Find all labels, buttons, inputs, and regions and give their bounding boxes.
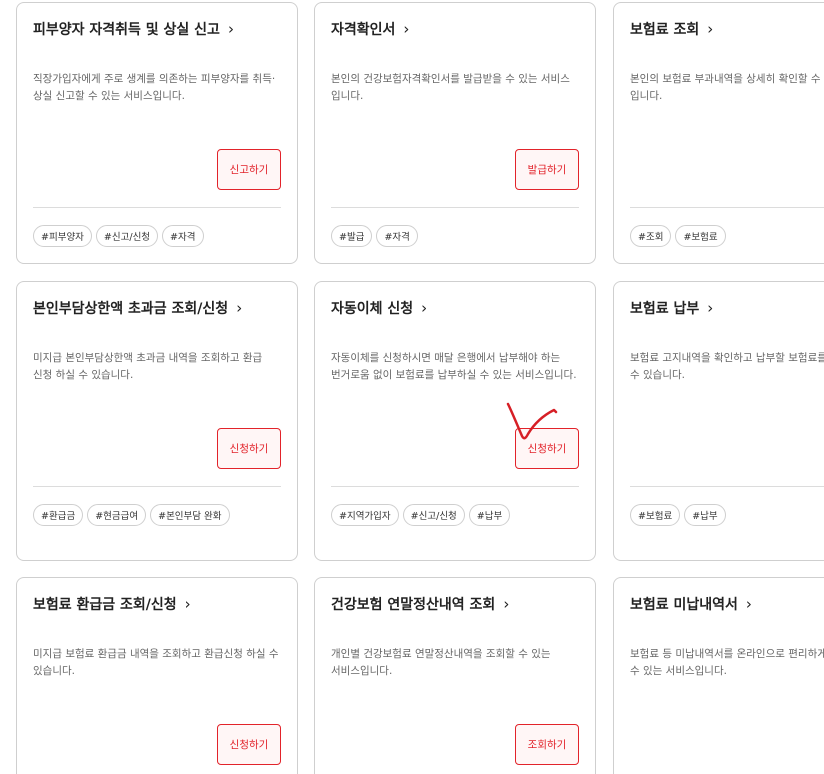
- tag-chip[interactable]: #신고/신청: [402, 504, 465, 526]
- card-tags: #피부양자 #신고/신청 #자격: [33, 225, 204, 247]
- card-action-button[interactable]: 조회하기: [515, 724, 579, 765]
- card-title-text: 보험료 미납내역서: [630, 597, 738, 613]
- card-title-text: 건강보험 연말정산내역 조회: [331, 597, 496, 613]
- tag-chip[interactable]: #환급금: [33, 504, 84, 526]
- card-description: 직장가입자에게 주로 생계를 의존하는 피부양자를 취득·상실 신고할 수 있는…: [33, 73, 276, 102]
- card-tags: #발급 #자격: [331, 225, 418, 247]
- chevron-right-icon: ›: [227, 20, 234, 38]
- tag-chip[interactable]: #본인부담 완화: [150, 504, 230, 526]
- card-tags: #환급금 #현금급여 #본인부담 완화: [33, 504, 230, 526]
- tag-chip[interactable]: #납부: [468, 504, 511, 526]
- card-action-button[interactable]: 신청하기: [217, 724, 281, 765]
- card-title[interactable]: 보험료 미납내역서 ›: [630, 594, 752, 614]
- tag-chip[interactable]: #보험료: [630, 504, 681, 526]
- card-title[interactable]: 자동이체 신청 ›: [331, 298, 427, 318]
- tag-chip[interactable]: #자격: [162, 225, 204, 247]
- card-title-text: 보험료 납부: [630, 301, 700, 317]
- card-tags: #조회 #보험료: [630, 225, 726, 247]
- service-card-premium-payment[interactable]: 보험료 납부 › 보험료 고지내역을 확인하고 납부할 보험료를 납부하실 수 있습…: [613, 281, 824, 561]
- card-description: 보험료 고지내역을 확인하고 납부할 보험료를 납부하실 수 있습니다.: [630, 352, 824, 381]
- card-description: 본인의 건강보험자격확인서를 발급받을 수 있는 서비스 입니다.: [331, 73, 570, 102]
- chevron-right-icon: ›: [184, 595, 191, 613]
- card-divider: [630, 207, 824, 208]
- tag-chip[interactable]: #지역가입자: [331, 504, 399, 526]
- card-tags: #보험료 #납부: [630, 504, 726, 526]
- tag-chip[interactable]: #납부: [684, 504, 726, 526]
- chevron-right-icon: ›: [707, 299, 714, 317]
- card-action-button[interactable]: 발급하기: [515, 149, 579, 190]
- service-card-unpaid-statement[interactable]: 보험료 미납내역서 › 보험료 등 미납내역서를 온라인으로 편리하게 발급받을 수…: [613, 577, 824, 774]
- card-title-text: 피부양자 자격취득 및 상실 신고: [33, 22, 220, 38]
- card-title-text: 본인부담상한액 초과금 조회/신청: [33, 301, 229, 317]
- chevron-right-icon: ›: [503, 595, 510, 613]
- card-title-text: 자동이체 신청: [331, 301, 414, 317]
- card-action-button[interactable]: 신청하기: [217, 428, 281, 469]
- tag-chip[interactable]: #자격: [376, 225, 418, 247]
- tag-chip[interactable]: #피부양자: [33, 225, 92, 247]
- card-tags: #지역가입자 #신고/신청 #납부: [331, 504, 511, 526]
- card-description: 자동이체를 신청하시면 매달 은행에서 납부해야 하는 번거로움 없이 보험료를…: [331, 352, 577, 381]
- card-description: 미지급 본인부담상한액 초과금 내역을 조회하고 환급 신청 하실 수 있습니다…: [33, 352, 263, 381]
- card-divider: [331, 486, 579, 487]
- service-card-year-end-settlement[interactable]: 건강보험 연말정산내역 조회 › 개인별 건강보험료 연말정산내역을 조회할 수 있…: [314, 577, 596, 774]
- tag-chip[interactable]: #현금급여: [87, 504, 147, 526]
- card-title[interactable]: 자격확인서 ›: [331, 19, 409, 39]
- card-title[interactable]: 보험료 환급금 조회/신청 ›: [33, 594, 191, 614]
- service-card-premium-refund[interactable]: 보험료 환급금 조회/신청 › 미지급 보험료 환급금 내역을 조회하고 환급신청 …: [16, 577, 298, 774]
- service-card-dependent-registration[interactable]: 피부양자 자격취득 및 상실 신고 › 직장가입자에게 주로 생계를 의존하는 피부…: [16, 2, 298, 264]
- chevron-right-icon: ›: [236, 299, 243, 317]
- card-title[interactable]: 피부양자 자격취득 및 상실 신고 ›: [33, 19, 234, 39]
- service-card-premium-inquiry[interactable]: 보험료 조회 › 본인의 보험료 부과내역을 상세히 확인할 수 있는 서비스 입니…: [613, 2, 824, 264]
- chevron-right-icon: ›: [707, 20, 714, 38]
- service-card-copay-ceiling-refund[interactable]: 본인부담상한액 초과금 조회/신청 › 미지급 본인부담상한액 초과금 내역을 조회…: [16, 281, 298, 561]
- card-description: 미지급 보험료 환급금 내역을 조회하고 환급신청 하실 수 있습니다.: [33, 648, 279, 677]
- card-title[interactable]: 보험료 조회 ›: [630, 19, 713, 39]
- service-card-grid: 피부양자 자격취득 및 상실 신고 › 직장가입자에게 주로 생계를 의존하는 피부…: [0, 0, 824, 774]
- service-card-auto-debit[interactable]: 자동이체 신청 › 자동이체를 신청하시면 매달 은행에서 납부해야 하는 번거로움…: [314, 281, 596, 561]
- tag-chip[interactable]: #발급: [331, 225, 373, 247]
- card-divider: [33, 207, 281, 208]
- service-card-eligibility-certificate[interactable]: 자격확인서 › 본인의 건강보험자격확인서를 발급받을 수 있는 서비스 입니다. 발…: [314, 2, 596, 264]
- card-title[interactable]: 보험료 납부 ›: [630, 298, 713, 318]
- card-title-text: 보험료 조회: [630, 22, 700, 38]
- card-title[interactable]: 건강보험 연말정산내역 조회 ›: [331, 594, 509, 614]
- card-description: 본인의 보험료 부과내역을 상세히 확인할 수 있는 서비스 입니다.: [630, 73, 824, 102]
- card-title[interactable]: 본인부담상한액 초과금 조회/신청 ›: [33, 298, 242, 318]
- card-title-text: 보험료 환급금 조회/신청: [33, 597, 177, 613]
- chevron-right-icon: ›: [745, 595, 752, 613]
- card-action-button[interactable]: 신청하기: [515, 428, 579, 469]
- card-title-text: 자격확인서: [331, 22, 396, 38]
- card-action-button[interactable]: 신고하기: [217, 149, 281, 190]
- tag-chip[interactable]: #신고/신청: [95, 225, 159, 247]
- card-description: 보험료 등 미납내역서를 온라인으로 편리하게 발급받을 수 있는 서비스입니다…: [630, 648, 824, 677]
- tag-chip[interactable]: #조회: [630, 225, 672, 247]
- chevron-right-icon: ›: [403, 20, 410, 38]
- chevron-right-icon: ›: [421, 299, 428, 317]
- card-divider: [331, 207, 579, 208]
- card-divider: [630, 486, 824, 487]
- card-divider: [33, 486, 281, 487]
- tag-chip[interactable]: #보험료: [675, 225, 726, 247]
- card-description: 개인별 건강보험료 연말정산내역을 조회할 수 있는 서비스입니다.: [331, 648, 551, 677]
